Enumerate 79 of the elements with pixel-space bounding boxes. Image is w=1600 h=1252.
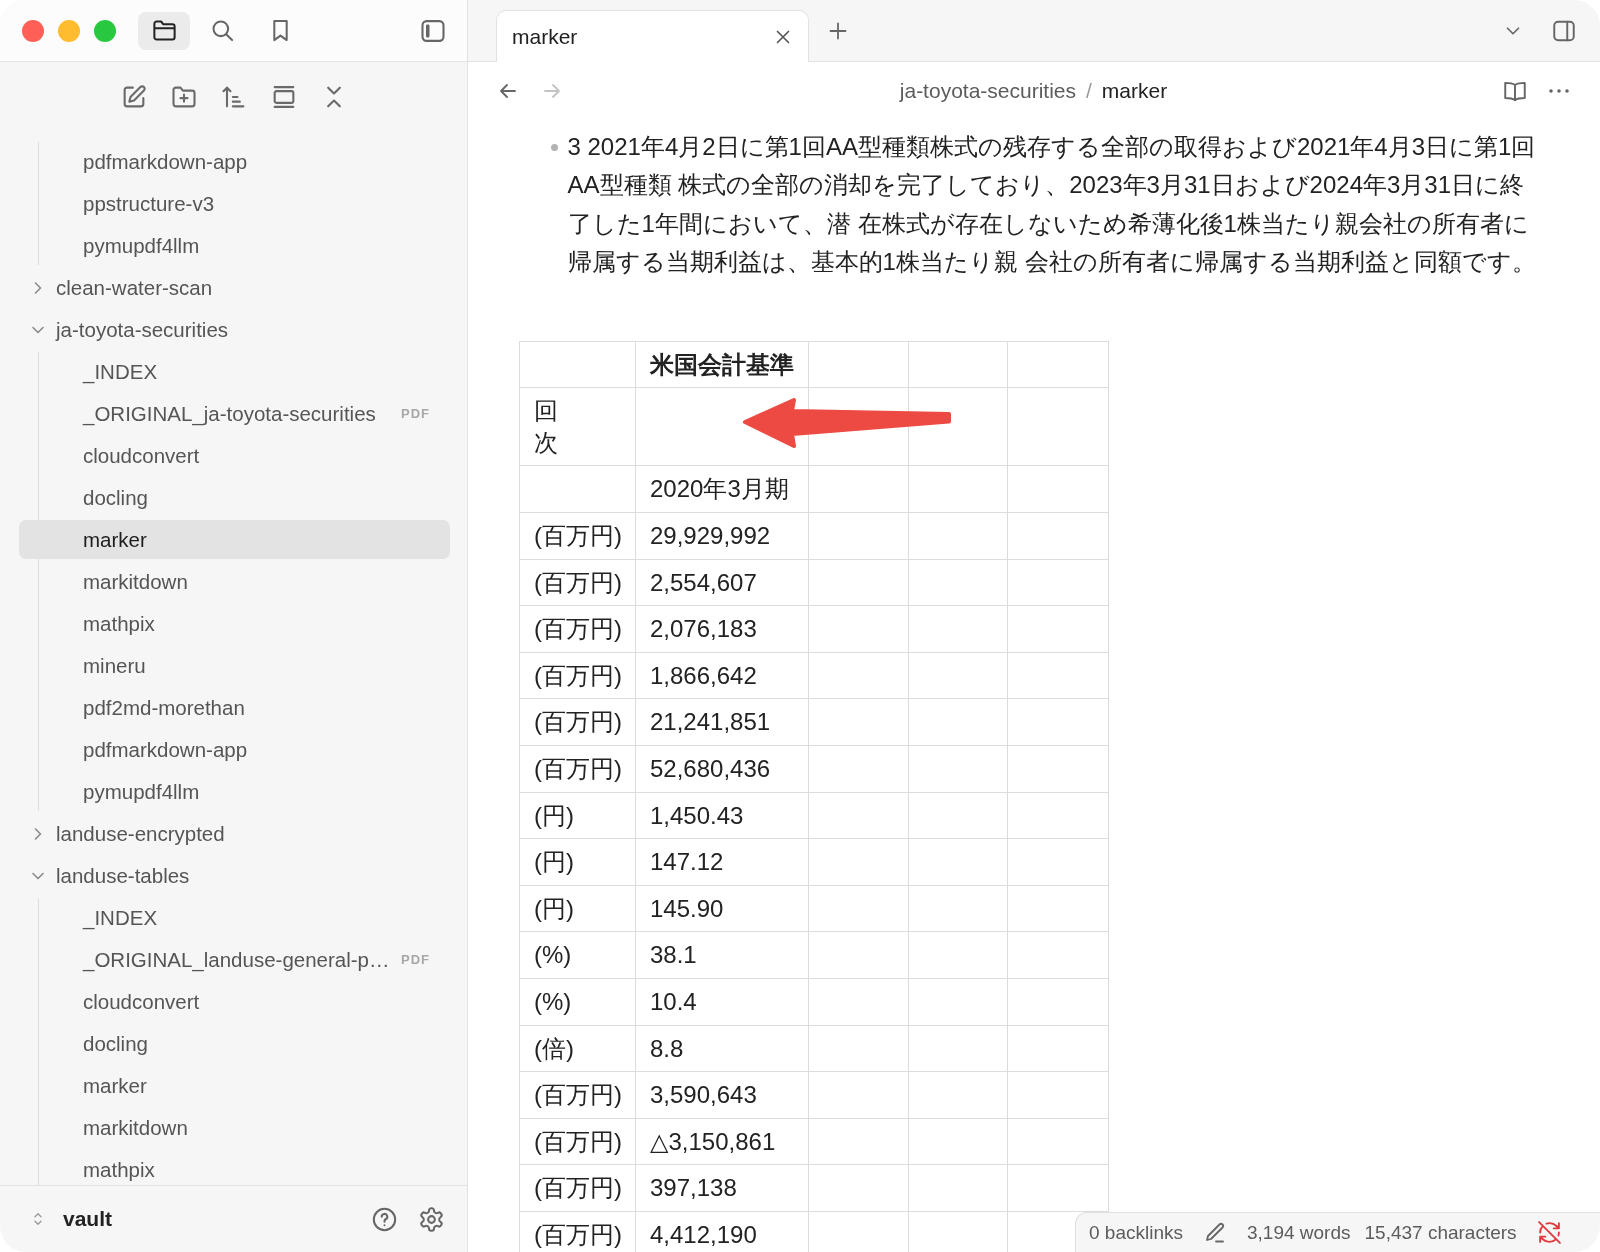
file-item[interactable]: mathpix <box>19 1150 450 1185</box>
table-cell: (倍) <box>519 1025 636 1072</box>
file-type-label: PDF <box>401 406 430 421</box>
character-count: 15,437 characters <box>1364 1221 1517 1244</box>
file-item[interactable]: pymupdf4llm <box>19 772 450 811</box>
table-cell: 10.4 <box>635 978 809 1026</box>
pencil-icon[interactable] <box>1203 1220 1227 1245</box>
backlinks-count[interactable]: 0 backlinks <box>1089 1221 1183 1244</box>
file-item[interactable]: pdfmarkdown-app <box>19 730 450 769</box>
table-cell: △3,150,861 <box>635 1118 809 1165</box>
file-item[interactable]: pymupdf4llm <box>19 226 450 265</box>
table-header-cell: 米国会計基準 <box>635 341 809 388</box>
table-cell: 2020年3月期 <box>635 465 809 513</box>
file-item[interactable]: _ORIGINAL_landuse-general-p… PDF <box>19 940 450 979</box>
table-cell: 回次 <box>519 387 636 466</box>
word-count: 3,194 words <box>1247 1221 1351 1244</box>
file-item[interactable]: pdfmarkdown-app <box>19 142 450 181</box>
file-item[interactable]: cloudconvert <box>19 982 450 1021</box>
file-item[interactable]: mineru <box>19 646 450 685</box>
table-cell: (百万円) <box>519 605 636 653</box>
table-cell: (百万円) <box>519 698 636 746</box>
table-cell: (百万円) <box>519 745 636 793</box>
window-close-icon[interactable] <box>22 19 44 42</box>
table-cell: 397,138 <box>635 1164 809 1212</box>
settings-icon[interactable] <box>418 1205 445 1233</box>
table-cell: (%) <box>519 978 636 1026</box>
table-cell: 1,450.43 <box>635 792 809 839</box>
table-cell: 145.90 <box>635 885 809 932</box>
folder-item[interactable]: ja-toyota-securities <box>19 310 450 349</box>
breadcrumb-separator: / <box>1086 79 1092 103</box>
table-cell: 8.8 <box>635 1025 809 1072</box>
list-item-text: 3 2021年4月2日に第1回AA型種類株式の残存する全部の取得および2021年4月3日に第1回AA型種類 株式の全部の消却を完了しており、2023年3月31日および2024年3月31日に終了した1年間において、潜 在株式が存在しないため希薄化後1株当たり親会社の所有者に帰属する当期利益は、基本的1株当たり親 会社の所有者に帰属する当期利益と同額です。 <box>567 132 1536 278</box>
file-item[interactable]: markitdown <box>19 562 450 601</box>
table-cell: (円) <box>519 885 636 932</box>
table-cell: 3,590,643 <box>635 1071 809 1119</box>
vault-name[interactable]: vault <box>63 1207 112 1231</box>
file-type-label: PDF <box>401 952 430 967</box>
table-cell: 21,241,851 <box>635 698 809 746</box>
table-cell: (百万円) <box>519 1211 636 1252</box>
folder-icon[interactable] <box>150 17 178 44</box>
folder-item[interactable]: landuse-tables <box>19 856 450 895</box>
table-cell: (円) <box>519 838 636 886</box>
table-cell: 52,680,436 <box>635 745 809 793</box>
table-cell: (百万円) <box>519 512 636 560</box>
file-item[interactable]: marker <box>19 520 450 559</box>
help-icon[interactable] <box>371 1205 398 1233</box>
file-item[interactable]: markitdown <box>19 1108 450 1147</box>
table-cell: 2,554,607 <box>635 559 809 606</box>
file-item[interactable]: _ORIGINAL_ja-toyota-securities PDF <box>19 394 450 433</box>
file-item[interactable]: marker <box>19 1066 450 1105</box>
table-cell: (%) <box>519 931 636 979</box>
file-item[interactable]: pdf2md-morethan <box>19 688 450 727</box>
table-cell: (百万円) <box>519 1071 636 1119</box>
bullet-icon <box>551 143 558 151</box>
file-item[interactable]: docling <box>19 478 450 517</box>
breadcrumb-link[interactable]: ja-toyota-securities <box>899 79 1076 103</box>
file-item[interactable]: cloudconvert <box>19 436 450 475</box>
tab[interactable]: marker <box>496 10 809 62</box>
sidebar-tab[interactable] <box>138 11 190 50</box>
breadcrumb-link[interactable]: marker <box>1101 79 1168 103</box>
folder-item[interactable]: clean-water-scan <box>19 268 450 307</box>
more-icon[interactable] <box>1547 88 1571 94</box>
table-cell: 29,929,992 <box>635 512 809 560</box>
file-item[interactable]: _INDEX <box>19 352 450 391</box>
table-cell: (百万円) <box>519 559 636 606</box>
table-cell: 147.12 <box>635 838 809 886</box>
table-cell: 2,076,183 <box>635 605 809 653</box>
folder-item[interactable]: landuse-encrypted <box>19 814 450 853</box>
file-item[interactable]: _INDEX <box>19 898 450 937</box>
table-cell: (百万円) <box>519 652 636 699</box>
table-cell: (百万円) <box>519 1164 636 1212</box>
table-cell: 1,866,642 <box>635 652 809 699</box>
table-cell: (円) <box>519 792 636 839</box>
table-cell: 38.1 <box>635 931 809 979</box>
file-item[interactable]: ppstructure-v3 <box>19 184 450 223</box>
file-item[interactable]: mathpix <box>19 604 450 643</box>
sync-off-icon[interactable] <box>1536 1220 1562 1245</box>
file-item[interactable]: docling <box>19 1024 450 1063</box>
table-cell: (百万円) <box>519 1118 636 1165</box>
